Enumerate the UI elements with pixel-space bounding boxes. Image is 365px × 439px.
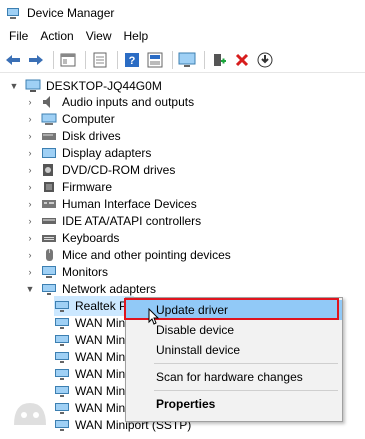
category-label: Disk drives	[62, 129, 121, 143]
category-label: Mice and other pointing devices	[62, 248, 231, 262]
forward-arrow-icon[interactable]	[26, 50, 46, 70]
network-adapter-icon	[54, 316, 70, 330]
adapter-label: WAN Min	[75, 316, 126, 330]
help-icon[interactable]: ?	[122, 50, 142, 70]
expand-chevron-icon[interactable]: ›	[24, 96, 36, 108]
menu-view[interactable]: View	[80, 29, 118, 43]
category-label: Firmware	[62, 180, 112, 194]
svg-text:?: ?	[129, 55, 136, 67]
computer-icon	[41, 112, 57, 126]
network-adapter-icon	[54, 401, 70, 415]
network-icon	[41, 282, 57, 296]
category-label: IDE ATA/ATAPI controllers	[62, 214, 202, 228]
network-adapter-icon	[54, 418, 70, 432]
expand-chevron-icon[interactable]: ›	[24, 249, 36, 261]
menu-scan-hardware[interactable]: Scan for hardware changes	[126, 367, 342, 387]
toolbar-separator	[117, 50, 118, 69]
properties-icon[interactable]	[90, 50, 110, 70]
menu-properties[interactable]: Properties	[126, 394, 342, 414]
adapter-label: WAN Min	[75, 384, 126, 398]
firmware-icon	[41, 180, 57, 194]
toolbar-separator	[53, 50, 54, 69]
device-manager-icon	[6, 6, 20, 20]
category-label: Audio inputs and outputs	[62, 95, 195, 109]
category-label: Keyboards	[62, 231, 120, 245]
back-arrow-icon[interactable]	[3, 50, 23, 70]
expand-chevron-icon[interactable]: ›	[24, 181, 36, 193]
category-label: Display adapters	[62, 146, 152, 160]
dvd-icon	[41, 163, 57, 177]
network-adapter-icon	[54, 299, 70, 313]
menu-separator	[154, 390, 338, 391]
expand-chevron-icon[interactable]: ›	[24, 130, 36, 142]
menu-file[interactable]: File	[3, 29, 34, 43]
expand-chevron-icon[interactable]: ›	[24, 164, 36, 176]
category-label: Monitors	[62, 265, 109, 279]
window-title: Device Manager	[27, 6, 115, 20]
toolbar-separator	[204, 50, 205, 69]
title-bar: Device Manager	[0, 0, 365, 26]
network-adapter-icon	[54, 333, 70, 347]
toolbar-separator	[172, 50, 173, 69]
action-icon[interactable]	[145, 50, 165, 70]
ide-icon	[41, 214, 57, 228]
add-driver-icon[interactable]	[209, 50, 229, 70]
watermark-logo	[10, 395, 50, 439]
adapter-label: WAN Min	[75, 350, 126, 364]
adapter-label: WAN Min	[75, 333, 126, 347]
category-label: Computer	[62, 112, 115, 126]
hid-icon	[41, 197, 57, 211]
expand-chevron-icon[interactable]: ›	[24, 147, 36, 159]
tree-root-label: DESKTOP-JQ44G0M	[46, 79, 162, 93]
menu-uninstall-device[interactable]: Uninstall device	[126, 340, 342, 360]
toolbar-separator	[85, 50, 86, 69]
expand-chevron-icon[interactable]: ›	[24, 232, 36, 244]
menu-bar: File Action View Help	[0, 26, 365, 46]
display-icon	[41, 146, 57, 160]
category-label: Human Interface Devices	[62, 197, 197, 211]
computer-root-icon	[25, 79, 41, 93]
collapse-chevron-icon[interactable]: ▼	[8, 80, 20, 92]
adapter-label: WAN Min	[75, 367, 126, 381]
expand-chevron-icon[interactable]: ›	[24, 215, 36, 227]
speaker-icon	[41, 95, 57, 109]
mouse-cursor-icon	[148, 307, 160, 329]
network-adapter-icon	[54, 384, 70, 398]
disk-icon	[41, 129, 57, 143]
network-adapter-icon	[54, 367, 70, 381]
expand-chevron-icon[interactable]: ›	[24, 113, 36, 125]
category-label: DVD/CD-ROM drives	[62, 163, 176, 177]
menu-separator	[154, 363, 338, 364]
toolbar: ?	[0, 47, 365, 73]
mouse-icon	[41, 248, 57, 262]
uninstall-x-icon[interactable]	[232, 50, 252, 70]
scan-monitor-icon[interactable]	[177, 50, 197, 70]
monitor-icon	[41, 265, 57, 279]
expand-chevron-icon[interactable]: ›	[24, 266, 36, 278]
expand-chevron-icon[interactable]: ›	[24, 198, 36, 210]
menu-action[interactable]: Action	[34, 29, 79, 43]
keyboard-icon	[41, 231, 57, 245]
network-adapter-icon	[54, 350, 70, 364]
category-label: Network adapters	[62, 282, 157, 296]
collapse-chevron-icon[interactable]: ▼	[24, 283, 36, 295]
show-hide-tree-icon[interactable]	[58, 50, 78, 70]
download-icon[interactable]	[255, 50, 275, 70]
menu-help[interactable]: Help	[118, 29, 155, 43]
